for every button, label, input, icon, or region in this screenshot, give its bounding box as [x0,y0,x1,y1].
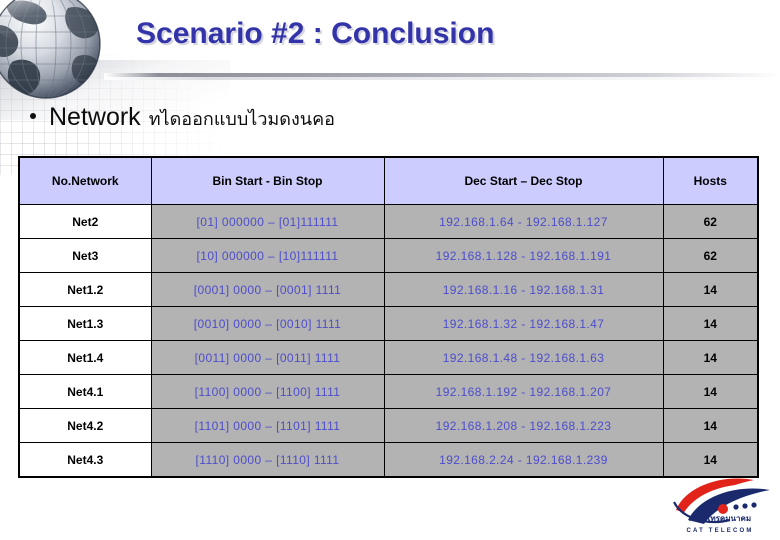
cell-bin-range: [0011] 0000 – [0011] 1111 [150,340,385,375]
title-divider-soft [104,77,780,80]
cell-hosts: 62 [662,204,759,239]
network-summary-table: No.Network Bin Start - Bin Stop Dec Star… [18,156,759,478]
column-header-network: No.Network [18,156,152,205]
cell-hosts: 14 [662,340,759,375]
cell-dec-range: 192.168.1.192 - 192.168.1.207 [383,374,664,409]
table-body: Net2 [01] 000000 – [01]111111 192.168.1.64… [18,204,759,478]
table-row: Net4.2 [1101] 0000 – [1101] 1111 192.168.1… [18,408,759,443]
cell-hosts: 14 [662,374,759,409]
cell-bin-range: [1110] 0000 – [1110] 1111 [150,442,385,478]
cell-bin-range: [0001] 0000 – [0001] 1111 [150,272,385,307]
table-row: Net3 [10] 000000 – [10]111111 192.168.1.12… [18,238,759,273]
table-row: Net1.2 [0001] 0000 – [0001] 1111 192.168.1… [18,272,759,307]
cell-network: Net1.4 [18,340,152,375]
cell-dec-range: 192.168.1.32 - 192.168.1.47 [383,306,664,341]
cell-network: Net1.3 [18,306,152,341]
cell-dec-range: 192.168.1.16 - 192.168.1.31 [383,272,664,307]
cell-hosts: 14 [662,272,759,307]
table-row: Net4.3 [1110] 0000 – [1110] 1111 192.168.2… [18,442,759,478]
table-head: No.Network Bin Start - Bin Stop Dec Star… [18,156,759,205]
cell-network: Net2 [18,204,152,239]
globe-icon [0,0,110,108]
cell-network: Net4.2 [18,408,152,443]
table-header-row: No.Network Bin Start - Bin Stop Dec Star… [18,156,759,205]
cell-network: Net4.1 [18,374,152,409]
cell-dec-range: 192.168.1.128 - 192.168.1.191 [383,238,664,273]
cat-telecom-logo: กสท โทรคมนาคม CAT TELECOM [668,476,772,538]
cell-hosts: 62 [662,238,759,273]
bullet-marker-icon [30,113,36,119]
cell-hosts: 14 [662,306,759,341]
cell-bin-range: [10] 000000 – [10]111111 [150,238,385,273]
cell-network: Net1.2 [18,272,152,307]
cell-bin-range: [01] 000000 – [01]111111 [150,204,385,239]
table-row: Net4.1 [1100] 0000 – [1100] 1111 192.168.1… [18,374,759,409]
table-row: Net2 [01] 000000 – [01]111111 192.168.1.64… [18,204,759,239]
cell-dec-range: 192.168.1.208 - 192.168.1.223 [383,408,664,443]
bullet-line: Network ทไดออกแบบไวมดงนคอ [30,103,335,133]
cell-hosts: 14 [662,408,759,443]
cell-network: Net4.3 [18,442,152,478]
cell-bin-range: [1101] 0000 – [1101] 1111 [150,408,385,443]
cell-hosts: 14 [662,442,759,478]
logo-thai-text: กสท โทรคมนาคม [688,514,752,523]
cell-dec-range: 192.168.2.24 - 192.168.1.239 [383,442,664,478]
slide-canvas: Scenario #2 : Conclusion Network ทไดออกแ… [0,0,780,540]
cell-network: Net3 [18,238,152,273]
column-header-hosts: Hosts [662,156,759,205]
page-title: Scenario #2 : Conclusion [136,17,495,50]
column-header-dec-range: Dec Start – Dec Stop [383,156,664,205]
bullet-main-text: Network [49,103,141,131]
bullet-thai-text: ทไดออกแบบไวมดงนคอ [148,109,335,129]
column-header-bin-range: Bin Start - Bin Stop [150,156,385,205]
table-row: Net1.4 [0011] 0000 – [0011] 1111 192.168.1… [18,340,759,375]
cell-bin-range: [1100] 0000 – [1100] 1111 [150,374,385,409]
logo-english-text: CAT TELECOM [686,528,754,534]
table-row: Net1.3 [0010] 0000 – [0010] 1111 192.168.1… [18,306,759,341]
cell-dec-range: 192.168.1.64 - 192.168.1.127 [383,204,664,239]
cell-dec-range: 192.168.1.48 - 192.168.1.63 [383,340,664,375]
cell-bin-range: [0010] 0000 – [0010] 1111 [150,306,385,341]
